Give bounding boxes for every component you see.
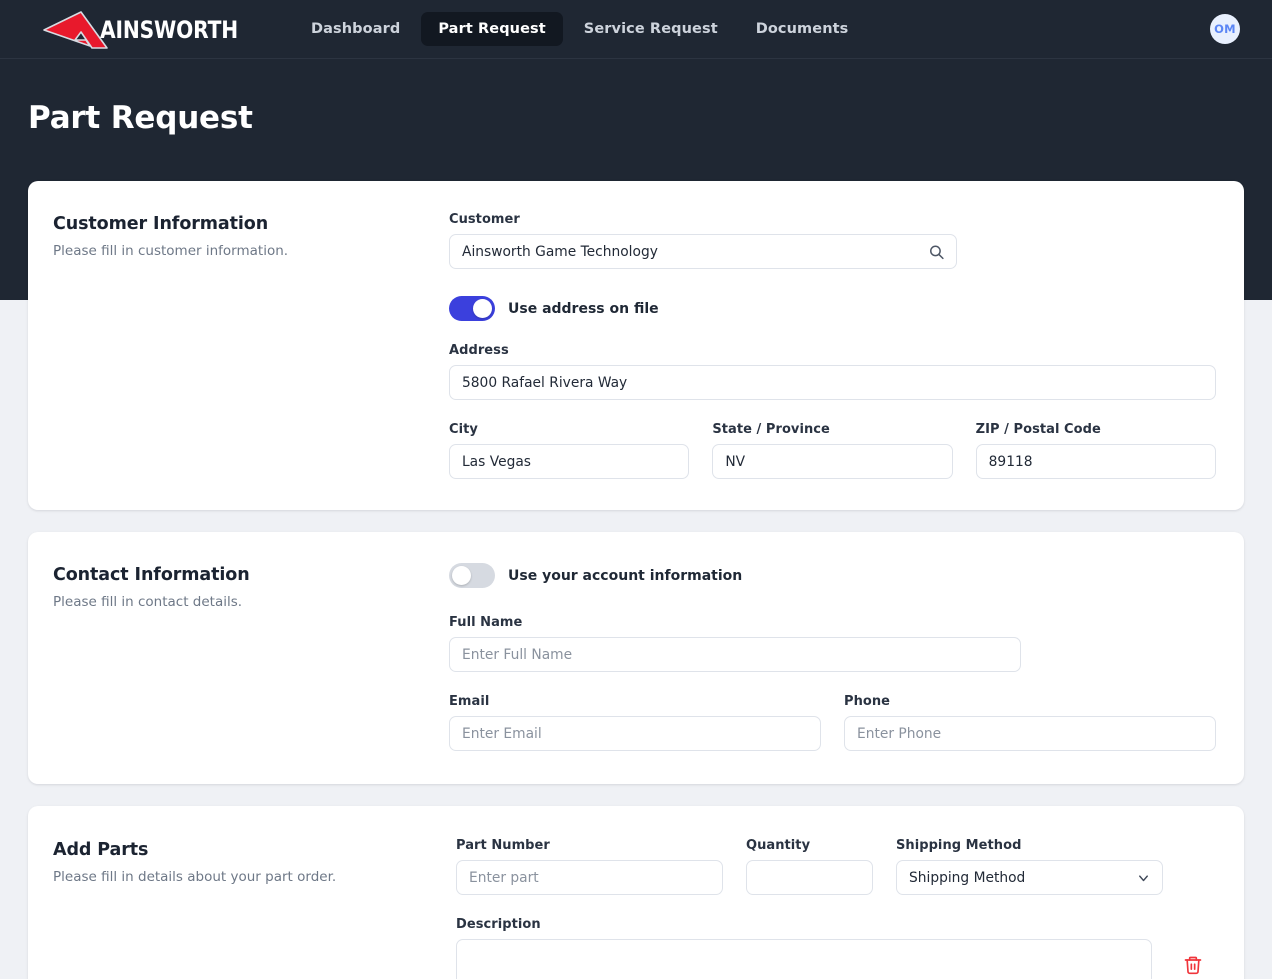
email-field-group: Email bbox=[449, 694, 821, 751]
use-account-information-row: Use your account information bbox=[449, 563, 1216, 588]
phone-input[interactable] bbox=[844, 716, 1216, 751]
svg-text:AINSWORTH: AINSWORTH bbox=[100, 16, 238, 44]
customer-input-wrap bbox=[449, 234, 957, 269]
shipping-method-select-wrap: Shipping Method bbox=[896, 860, 1163, 895]
contact-card-sidebar: Contact Information Please fill in conta… bbox=[52, 563, 449, 751]
contact-card-body: Use your account information Full Name E… bbox=[449, 563, 1216, 751]
quantity-label: Quantity bbox=[746, 838, 811, 853]
contact-card-heading: Contact Information bbox=[53, 565, 250, 585]
quantity-input[interactable] bbox=[746, 860, 873, 895]
content-area: Customer Information Please fill in cust… bbox=[0, 181, 1272, 979]
use-account-information-label: Use your account information bbox=[508, 567, 743, 584]
address-label: Address bbox=[449, 343, 509, 358]
brand-logo-icon: AINSWORTH bbox=[43, 11, 238, 49]
fullname-field-group: Full Name bbox=[449, 615, 1021, 672]
part-number-field-group: Part Number bbox=[456, 838, 723, 895]
nav-item-documents[interactable]: Documents bbox=[739, 12, 866, 46]
delete-part-button[interactable] bbox=[1183, 955, 1203, 975]
state-label: State / Province bbox=[712, 422, 830, 437]
zip-field-group: ZIP / Postal Code bbox=[975, 422, 1216, 479]
phone-field-group: Phone bbox=[844, 694, 1216, 751]
avatar[interactable]: OM bbox=[1210, 14, 1240, 44]
use-address-on-file-label: Use address on file bbox=[508, 300, 659, 317]
description-field-group: Description bbox=[456, 917, 1152, 979]
quantity-field-group: Quantity bbox=[746, 838, 873, 895]
customer-card-heading: Customer Information bbox=[53, 214, 269, 234]
contact-card-subheading: Please fill in contact details. bbox=[53, 594, 243, 610]
shipping-method-field-group: Shipping Method Shipping Method bbox=[896, 838, 1163, 895]
email-phone-row: Email Phone bbox=[449, 694, 1216, 751]
city-state-zip-row: City State / Province ZIP / Postal Code bbox=[449, 422, 1216, 479]
customer-field-group: Customer bbox=[449, 212, 957, 269]
email-label: Email bbox=[449, 694, 490, 709]
customer-label: Customer bbox=[449, 212, 520, 227]
add-parts-card-subheading: Please fill in details about your part o… bbox=[53, 869, 337, 885]
zip-input[interactable] bbox=[975, 444, 1216, 479]
part-number-input[interactable] bbox=[456, 860, 723, 895]
trash-icon bbox=[1184, 956, 1202, 975]
fullname-label: Full Name bbox=[449, 615, 523, 630]
toggle-knob bbox=[452, 566, 471, 585]
contact-information-card: Contact Information Please fill in conta… bbox=[28, 532, 1244, 784]
part-number-label: Part Number bbox=[456, 838, 550, 853]
email-input[interactable] bbox=[449, 716, 821, 751]
search-icon[interactable] bbox=[928, 243, 945, 260]
phone-label: Phone bbox=[844, 694, 891, 709]
add-parts-card-heading: Add Parts bbox=[53, 840, 149, 860]
description-row: Description bbox=[456, 917, 1216, 979]
city-label: City bbox=[449, 422, 478, 437]
use-address-on-file-row: Use address on file bbox=[449, 296, 1216, 321]
customer-card-body: Customer Use address on file Addr bbox=[449, 212, 1216, 479]
description-label: Description bbox=[456, 917, 541, 932]
part-entry-row: Part Number Quantity Shipping Method Shi… bbox=[456, 838, 1216, 895]
customer-input[interactable] bbox=[449, 234, 957, 269]
state-field-group: State / Province bbox=[712, 422, 953, 479]
use-address-on-file-toggle[interactable] bbox=[449, 296, 495, 321]
use-account-information-toggle[interactable] bbox=[449, 563, 495, 588]
description-textarea[interactable] bbox=[456, 939, 1152, 979]
toggle-knob bbox=[473, 299, 492, 318]
fullname-input[interactable] bbox=[449, 637, 1021, 672]
shipping-method-label: Shipping Method bbox=[896, 838, 1022, 853]
page-title: Part Request bbox=[28, 100, 253, 136]
nav-item-dashboard[interactable]: Dashboard bbox=[294, 12, 417, 46]
add-parts-card: Add Parts Please fill in details about y… bbox=[28, 806, 1244, 979]
add-parts-card-sidebar: Add Parts Please fill in details about y… bbox=[52, 838, 456, 979]
ainsworth-logo[interactable]: AINSWORTH bbox=[28, 7, 248, 51]
customer-information-card: Customer Information Please fill in cust… bbox=[28, 181, 1244, 510]
address-field-group: Address bbox=[449, 343, 1216, 400]
top-navigation-bar: AINSWORTH Dashboard Part Request Service… bbox=[0, 0, 1272, 59]
delete-part-cell bbox=[1170, 917, 1216, 975]
address-input[interactable] bbox=[449, 365, 1216, 400]
shipping-method-select[interactable]: Shipping Method bbox=[896, 860, 1163, 895]
nav-item-service-request[interactable]: Service Request bbox=[567, 12, 735, 46]
state-input[interactable] bbox=[712, 444, 953, 479]
zip-label: ZIP / Postal Code bbox=[975, 422, 1101, 437]
city-field-group: City bbox=[449, 422, 690, 479]
city-input[interactable] bbox=[449, 444, 690, 479]
customer-card-subheading: Please fill in customer information. bbox=[53, 243, 289, 259]
add-parts-card-body: Part Number Quantity Shipping Method Shi… bbox=[456, 838, 1216, 979]
customer-card-sidebar: Customer Information Please fill in cust… bbox=[52, 212, 449, 479]
nav-item-part-request[interactable]: Part Request bbox=[421, 12, 563, 46]
main-nav: Dashboard Part Request Service Request D… bbox=[294, 12, 865, 46]
